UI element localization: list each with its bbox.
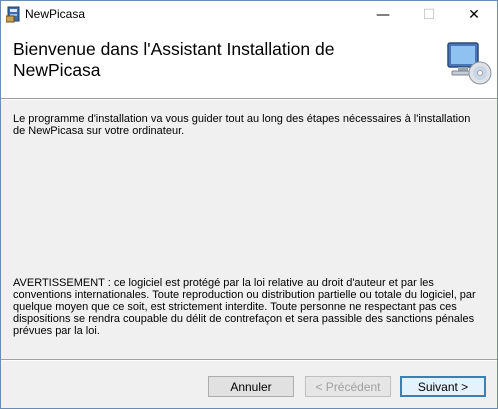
installer-app-icon — [6, 6, 20, 23]
window-title: NewPicasa — [25, 7, 86, 21]
wizard-title: Bienvenue dans l'Assistant Installation … — [13, 39, 335, 80]
installer-window: NewPicasa — ☐ ✕ Bienvenue dans l'Assista… — [0, 0, 498, 409]
footer-divider — [1, 359, 497, 361]
cancel-button[interactable]: Annuler — [208, 376, 294, 397]
maximize-button[interactable]: ☐ — [406, 1, 452, 29]
header-divider — [1, 98, 497, 100]
computer-cd-icon — [447, 42, 492, 85]
copyright-warning: AVERTISSEMENT : ce logiciel est protégé … — [13, 277, 476, 337]
title-bar[interactable]: NewPicasa — ☐ ✕ — [1, 1, 497, 29]
minimize-button[interactable]: — — [360, 1, 406, 29]
next-button[interactable]: Suivant > — [400, 376, 486, 397]
wizard-header: Bienvenue dans l'Assistant Installation … — [1, 29, 497, 98]
close-button[interactable]: ✕ — [451, 1, 497, 29]
intro-text: Le programme d'installation va vous guid… — [13, 113, 471, 137]
previous-button[interactable]: < Précédent — [305, 376, 391, 397]
